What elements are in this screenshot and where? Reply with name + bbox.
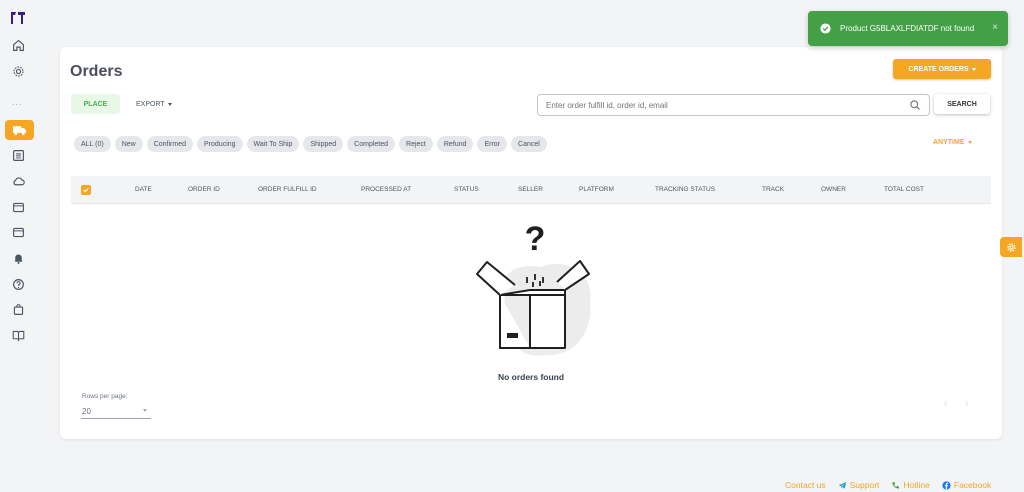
filter-chip-completed[interactable]: Completed: [347, 136, 396, 152]
book-icon[interactable]: [11, 328, 26, 343]
close-icon[interactable]: ×: [992, 22, 998, 33]
column-header-order-id[interactable]: ORDER ID: [188, 186, 220, 193]
search-input[interactable]: [546, 100, 906, 110]
cloud-icon[interactable]: [11, 174, 26, 189]
column-header-processed-at[interactable]: PROCESSED AT: [361, 186, 411, 193]
empty-box-illustration: ?: [476, 220, 591, 356]
column-header-total-cost[interactable]: TOTAL COST: [884, 186, 924, 193]
hotline-label: Hotline: [903, 480, 930, 490]
export-button[interactable]: EXPORT: [136, 94, 172, 114]
time-filter-label: ANYTIME: [933, 139, 965, 146]
contact-us-label: Contact us: [785, 480, 826, 490]
column-header-seller[interactable]: SELLER: [518, 186, 543, 193]
place-button[interactable]: PLACE: [71, 94, 120, 114]
support-label: Support: [849, 480, 880, 490]
chevron-down-icon: [967, 141, 972, 144]
filter-chip-cancel[interactable]: Cancel: [511, 136, 547, 152]
column-header-date[interactable]: DATE: [135, 186, 152, 193]
check-icon: [83, 188, 89, 193]
logo-icon[interactable]: [9, 10, 27, 26]
chevron-down-icon: [143, 409, 147, 412]
toast-notification: Product G5BLAXLFDIATDF not found ×: [808, 11, 1008, 46]
wallet-alt-icon[interactable]: [11, 225, 26, 240]
gear-icon: [1006, 242, 1016, 252]
shopping-bag-icon[interactable]: [11, 302, 26, 317]
create-orders-button[interactable]: CREATE ORDERS: [893, 59, 991, 79]
support-link[interactable]: Support: [838, 480, 880, 490]
create-orders-label: CREATE ORDERS: [908, 65, 969, 73]
filter-chip-error[interactable]: Error: [477, 136, 508, 152]
footer-links: Contact us Support Hotline Facebook: [785, 480, 991, 490]
column-header-owner[interactable]: OWNER: [821, 186, 846, 193]
filter-chip-reject[interactable]: Reject: [399, 136, 433, 152]
hotline-link[interactable]: Hotline: [891, 480, 930, 490]
column-header-track[interactable]: TRACK: [762, 186, 784, 193]
sidebar: ...: [0, 0, 38, 492]
home-icon[interactable]: [11, 38, 26, 53]
settings-icon[interactable]: [11, 64, 26, 79]
rows-per-page-value: 20: [82, 406, 91, 416]
facebook-link[interactable]: Facebook: [942, 480, 991, 490]
filter-chip-producing[interactable]: Producing: [197, 136, 243, 152]
column-header-status[interactable]: STATUS: [454, 186, 479, 193]
orders-card: Orders CREATE ORDERS PLACE EXPORT SEARCH…: [60, 47, 1002, 439]
column-header-order-fulfill-id[interactable]: ORDER FULFILL ID: [258, 186, 317, 193]
column-header-tracking-status[interactable]: TRACKING STATUS: [655, 186, 715, 193]
svg-text:?: ?: [525, 220, 546, 258]
list-icon[interactable]: [11, 148, 26, 163]
orders-truck-icon[interactable]: [5, 120, 34, 140]
sidebar-divider-dots: ...: [12, 97, 23, 107]
floating-settings-button[interactable]: [1000, 237, 1022, 257]
previous-page-icon[interactable]: ‹: [944, 398, 947, 409]
chevron-down-icon: [167, 102, 172, 106]
wallet-icon[interactable]: [11, 200, 26, 215]
contact-us-link[interactable]: Contact us: [785, 480, 826, 490]
filter-chip-all[interactable]: ALL (0): [74, 136, 111, 152]
phone-icon: [892, 481, 900, 489]
telegram-icon: [838, 481, 846, 489]
next-page-icon[interactable]: ›: [965, 398, 968, 409]
filter-chip-refund[interactable]: Refund: [436, 136, 474, 152]
time-filter-dropdown[interactable]: ANYTIME: [933, 139, 972, 146]
check-circle-icon: [820, 23, 831, 34]
column-header-platform[interactable]: PLATFORM: [579, 186, 614, 193]
help-icon[interactable]: [11, 277, 26, 292]
export-label: EXPORT: [136, 100, 165, 108]
filter-chip-new[interactable]: New: [114, 136, 143, 152]
rows-per-page-select[interactable]: 20: [81, 404, 151, 419]
table-header: DATE ORDER ID ORDER FULFILL ID PROCESSED…: [71, 176, 991, 204]
chevron-down-icon: [971, 67, 976, 71]
search-icon[interactable]: [909, 99, 921, 111]
page-title: Orders: [70, 63, 123, 80]
filter-chip-wait-to-ship[interactable]: Wait To Ship: [246, 136, 300, 152]
select-all-checkbox[interactable]: [81, 185, 91, 195]
search-field: [537, 94, 930, 116]
status-filter-chips: ALL (0) New Confirmed Producing Wait To …: [74, 136, 547, 152]
filter-chip-shipped[interactable]: Shipped: [303, 136, 344, 152]
facebook-icon: [942, 480, 951, 490]
facebook-label: Facebook: [953, 480, 992, 490]
bell-icon[interactable]: [11, 251, 26, 266]
filter-chip-confirmed[interactable]: Confirmed: [146, 136, 194, 152]
empty-state-message: No orders found: [497, 372, 565, 382]
search-button[interactable]: SEARCH: [934, 94, 990, 114]
rows-per-page-label: Rows per page:: [82, 393, 128, 400]
toast-message: Product G5BLAXLFDIATDF not found: [840, 24, 975, 33]
